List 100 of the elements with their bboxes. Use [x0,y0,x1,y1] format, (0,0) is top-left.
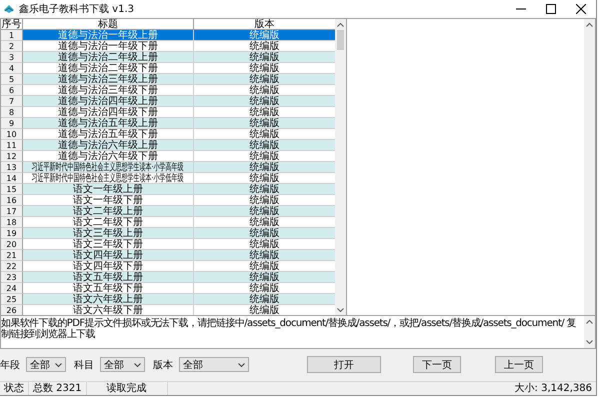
row-number: 19 [1,228,23,239]
table-cell[interactable]: 语文四年级下册 [23,261,194,272]
row-number: 23 [1,272,23,283]
table-cell[interactable]: 统编版 [194,305,335,315]
table-cell[interactable]: 语文六年级上册 [23,294,194,305]
table-cell[interactable]: 统编版 [194,52,335,63]
table-cell[interactable]: 统编版 [194,261,335,272]
row-number: 8 [1,107,23,118]
table-cell[interactable]: 统编版 [194,41,335,52]
action-button[interactable]: 上一页 [495,356,543,374]
table-cell[interactable]: 统编版 [194,195,335,206]
row-number: 24 [1,283,23,294]
table-cell[interactable]: 语文一年级下册 [23,195,194,206]
table-cell[interactable]: 统编版 [194,96,335,107]
status-text: 读取完成 [86,382,168,395]
table-cell[interactable]: 语文五年级下册 [23,283,194,294]
filter-label: 版本 [153,358,173,372]
maximize-icon[interactable] [546,4,556,14]
row-number: 9 [1,118,23,129]
action-button[interactable]: 打开 [307,356,381,374]
table-cell[interactable]: 道德与法治二年级下册 [23,63,194,74]
table-cell[interactable]: 统编版 [194,294,335,305]
row-number: 25 [1,294,23,305]
row-number: 1 [1,30,23,41]
row-number: 16 [1,195,23,206]
caret-icon [134,362,141,367]
table-cell[interactable]: 语文三年级上册 [23,228,194,239]
row-number: 21 [1,250,23,261]
table-cell[interactable]: 统编版 [194,206,335,217]
caret-icon [55,362,62,367]
table-cell[interactable]: 统编版 [194,129,335,140]
table-cell[interactable]: 统编版 [194,250,335,261]
table-cell[interactable]: 语文四年级上册 [23,250,194,261]
row-number: 11 [1,140,23,151]
table-cell[interactable]: 道德与法治六年级上册 [23,140,194,151]
row-number: 18 [1,217,23,228]
close-icon[interactable] [576,4,586,14]
table-cell[interactable]: 统编版 [194,283,335,294]
table-cell[interactable]: 道德与法治六年级下册 [23,151,194,162]
row-number: 3 [1,52,23,63]
table-cell[interactable]: 统编版 [194,74,335,85]
table-cell[interactable]: 统编版 [194,140,335,151]
table-cell[interactable]: 统编版 [194,173,335,184]
row-number: 15 [1,184,23,195]
table-cell[interactable]: 统编版 [194,239,335,250]
status-text: 状态 [0,382,29,395]
row-number: 10 [1,129,23,140]
table-cell[interactable]: 统编版 [194,228,335,239]
status-text: 总数 2321 [29,382,87,395]
filter-label: 科目 [74,358,94,372]
row-number: 14 [1,173,23,184]
table-cell[interactable]: 语文一年级上册 [23,184,194,195]
table-cell[interactable]: 道德与法治三年级上册 [23,74,194,85]
action-button[interactable]: 下一页 [413,356,461,374]
table-cell[interactable]: 统编版 [194,151,335,162]
table-cell[interactable]: 道德与法治四年级上册 [23,96,194,107]
table-cell[interactable]: 道德与法治五年级下册 [23,129,194,140]
table-cell[interactable]: 统编版 [194,162,335,173]
row-number: 5 [1,74,23,85]
table-cell[interactable]: 道德与法治一年级上册 [23,30,194,41]
table-cell[interactable]: 语文二年级上册 [23,206,194,217]
scrollbar-thumb[interactable] [337,30,344,50]
row-number: 7 [1,96,23,107]
table-cell[interactable]: 统编版 [194,30,335,41]
row-number: 6 [1,85,23,96]
table-cell[interactable]: 道德与法治五年级上册 [23,118,194,129]
row-number: 22 [1,261,23,272]
column-header[interactable]: 标题 [23,19,194,30]
table-cell[interactable]: 道德与法治二年级上册 [23,52,194,63]
filter-label: 年段 [0,358,20,372]
table-cell[interactable]: 语文五年级上册 [23,272,194,283]
caret-icon [238,362,245,367]
status-text: 大小: 3,142,386 [514,382,593,395]
table-cell[interactable]: 统编版 [194,107,335,118]
message-text: 如果软件下载的PDF提示文件损坏或无法下载，请把链接中/assets_document/替换成/assets/，或把/assets/替换成/assets_document/ 复制链接到浏览器上下载 [1,316,578,342]
table-cell[interactable]: 统编版 [194,63,335,74]
table-cell[interactable]: 统编版 [194,118,335,129]
table-cell[interactable]: 语文六年级下册 [23,305,194,315]
table-cell[interactable]: 统编版 [194,184,335,195]
row-number: 12 [1,151,23,162]
row-number: 4 [1,63,23,74]
table-cell[interactable]: 统编版 [194,85,335,96]
row-number: 20 [1,239,23,250]
table-cell[interactable]: 道德与法治三年级下册 [23,85,194,96]
row-number: 13 [1,162,23,173]
table-cell[interactable]: 道德与法治四年级下册 [23,107,194,118]
table-cell[interactable]: 语文三年级下册 [23,239,194,250]
table-cell[interactable]: 统编版 [194,217,335,228]
dropdown[interactable]: 全部 [100,357,145,372]
table-cell[interactable]: 语文二年级下册 [23,217,194,228]
window-title: 鑫乐电子教科书下载 v1.3 [19,2,135,16]
table-cell[interactable]: 统编版 [194,272,335,283]
row-number: 2 [1,41,23,52]
table-cell[interactable]: 道德与法治一年级下册 [23,41,194,52]
row-number: 26 [1,305,23,315]
dropdown[interactable]: 全部 [26,357,66,372]
dropdown[interactable]: 全部 [179,357,249,372]
app-icon [3,4,15,14]
row-number: 17 [1,206,23,217]
column-header[interactable]: 版本 [194,19,335,30]
